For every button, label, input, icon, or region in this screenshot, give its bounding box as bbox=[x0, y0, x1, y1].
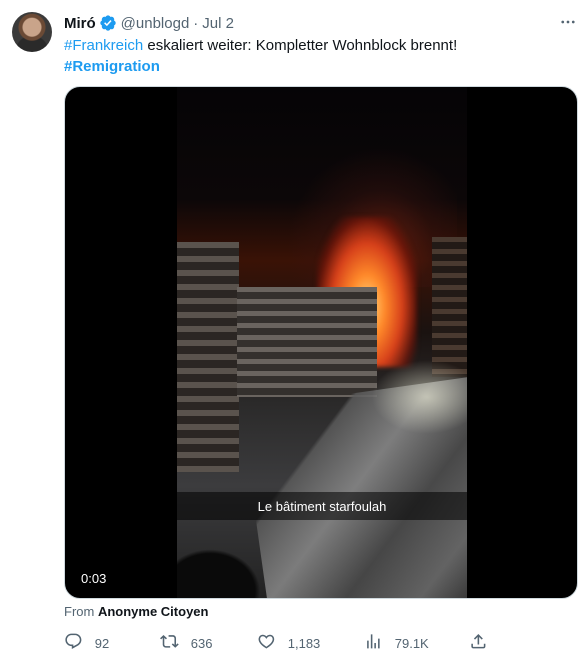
reply-icon bbox=[64, 632, 83, 654]
video-building-center bbox=[237, 287, 377, 397]
reply-count: 92 bbox=[94, 635, 110, 651]
action-bar: 92 636 1,183 79.1K bbox=[64, 632, 500, 654]
retweet-icon bbox=[160, 632, 179, 654]
hashtag-link-remigration[interactable]: #Remigration bbox=[64, 58, 160, 75]
views-count: 79.1K bbox=[394, 635, 429, 651]
reply-button[interactable]: 92 bbox=[64, 632, 109, 654]
video-tree-silhouette bbox=[177, 527, 287, 598]
heart-icon bbox=[257, 632, 276, 654]
tweet-header: Miró @unblogd · Jul 2 bbox=[64, 13, 234, 33]
retweet-count: 636 bbox=[190, 635, 213, 651]
hashtag-link-frankreich[interactable]: #Frankreich bbox=[64, 37, 143, 54]
views-button[interactable]: 79.1K bbox=[364, 632, 429, 654]
media-source-name[interactable]: Anonyme Citoyen bbox=[98, 604, 209, 619]
like-button[interactable]: 1,183 bbox=[257, 632, 320, 654]
like-count: 1,183 bbox=[287, 635, 321, 651]
tweet-body-text: eskaliert weiter: Kompletter Wohnblock b… bbox=[143, 37, 458, 54]
video-street-light bbox=[367, 357, 467, 437]
share-icon bbox=[469, 632, 488, 654]
video-building-left bbox=[177, 242, 239, 472]
video-duration: 0:03 bbox=[75, 568, 113, 588]
author-handle[interactable]: @unblogd bbox=[121, 15, 190, 32]
separator-dot: · bbox=[193, 14, 199, 32]
avatar[interactable] bbox=[12, 12, 52, 52]
media-source: From Anonyme Citoyen bbox=[64, 604, 208, 619]
video-subtitle: Le bâtiment starfoulah bbox=[177, 492, 467, 520]
tweet-text: #Frankreich eskaliert weiter: Kompletter… bbox=[64, 35, 564, 77]
retweet-button[interactable]: 636 bbox=[160, 632, 212, 654]
views-icon bbox=[364, 632, 383, 654]
tweet-card[interactable]: Miró @unblogd · Jul 2 #Frankreich eskali… bbox=[0, 0, 586, 656]
media-source-prefix: From bbox=[64, 604, 98, 619]
share-button[interactable] bbox=[469, 632, 488, 654]
more-icon[interactable] bbox=[558, 12, 578, 32]
video-frame[interactable] bbox=[177, 87, 467, 598]
video-player[interactable]: Le bâtiment starfoulah 0:03 bbox=[64, 86, 578, 599]
author-name[interactable]: Miró bbox=[64, 15, 96, 32]
verified-badge-icon bbox=[99, 14, 117, 32]
tweet-date[interactable]: Jul 2 bbox=[202, 15, 234, 32]
video-building-right bbox=[432, 237, 467, 377]
